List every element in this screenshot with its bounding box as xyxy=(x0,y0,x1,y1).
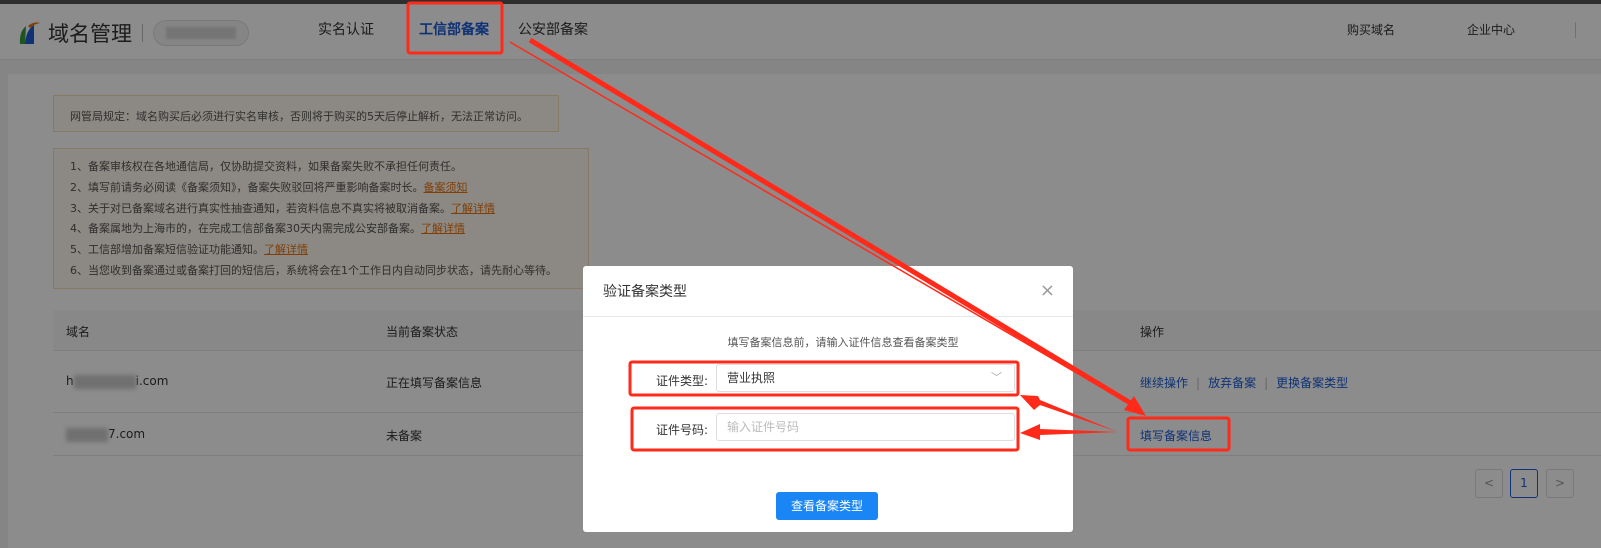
annotation-arrow xyxy=(509,41,1141,411)
annotation-overlay xyxy=(406,1,1231,452)
annotation-arrow xyxy=(528,37,1134,407)
annotation-box xyxy=(630,406,1020,452)
annotation-box xyxy=(1126,416,1231,452)
annotation-box xyxy=(406,1,504,55)
annotation-box xyxy=(628,360,1020,397)
